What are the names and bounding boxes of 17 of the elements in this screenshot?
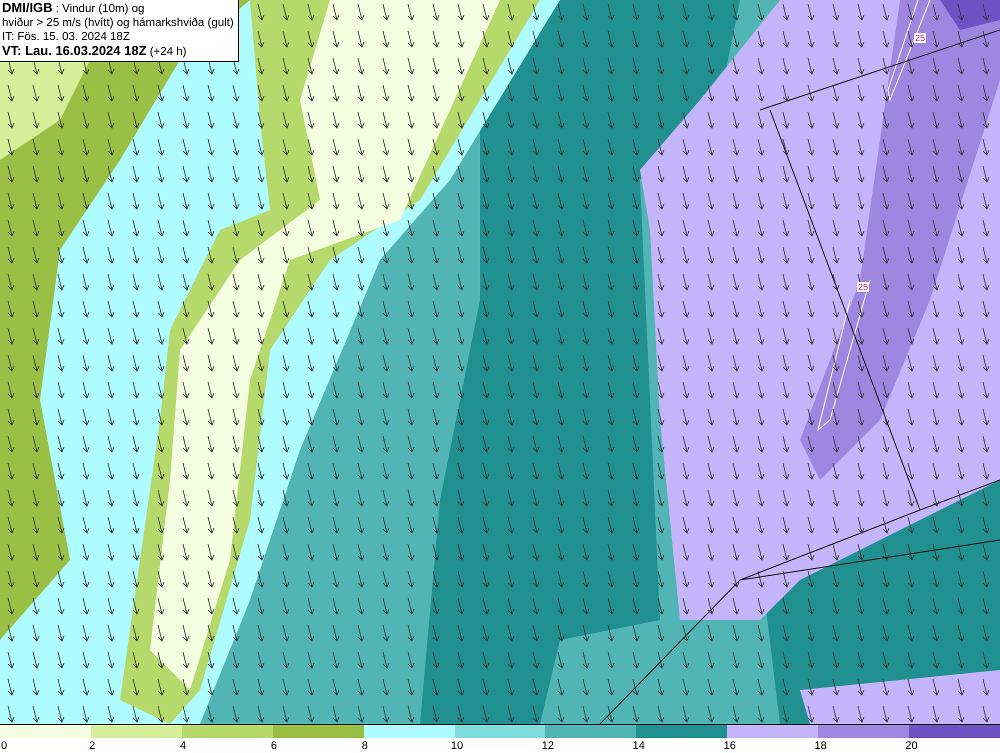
legend-tick-label: 2 [89,739,96,753]
contour-label: 25 [914,33,926,43]
legend-tick-label: 14 [632,739,645,753]
legend-tick-label: 6 [270,739,277,753]
legend-tick-label: 20 [905,739,918,753]
legend-tick-label: 0 [0,739,8,753]
legend-tick-label: 12 [542,739,554,753]
legend-tick-label: 16 [724,739,736,753]
legend-tick-label: 4 [180,739,186,753]
title-line: IT: Fös. 15. 03. 2024 18Z [2,30,131,44]
legend-tick-label: 18 [814,739,827,753]
title-line: hviður > 25 m/s (hvítt) og hámarkshviða (gult) [2,16,234,30]
legend-tick-label: 10 [450,739,464,753]
title-line: DMI/IGB : Vindur (10m) og [2,1,146,16]
title-line: VT: Lau. 16.03.2024 18Z (+24 h) [2,44,188,59]
legend-tick-label: 8 [362,739,368,753]
contour-label: 25 [857,282,869,292]
